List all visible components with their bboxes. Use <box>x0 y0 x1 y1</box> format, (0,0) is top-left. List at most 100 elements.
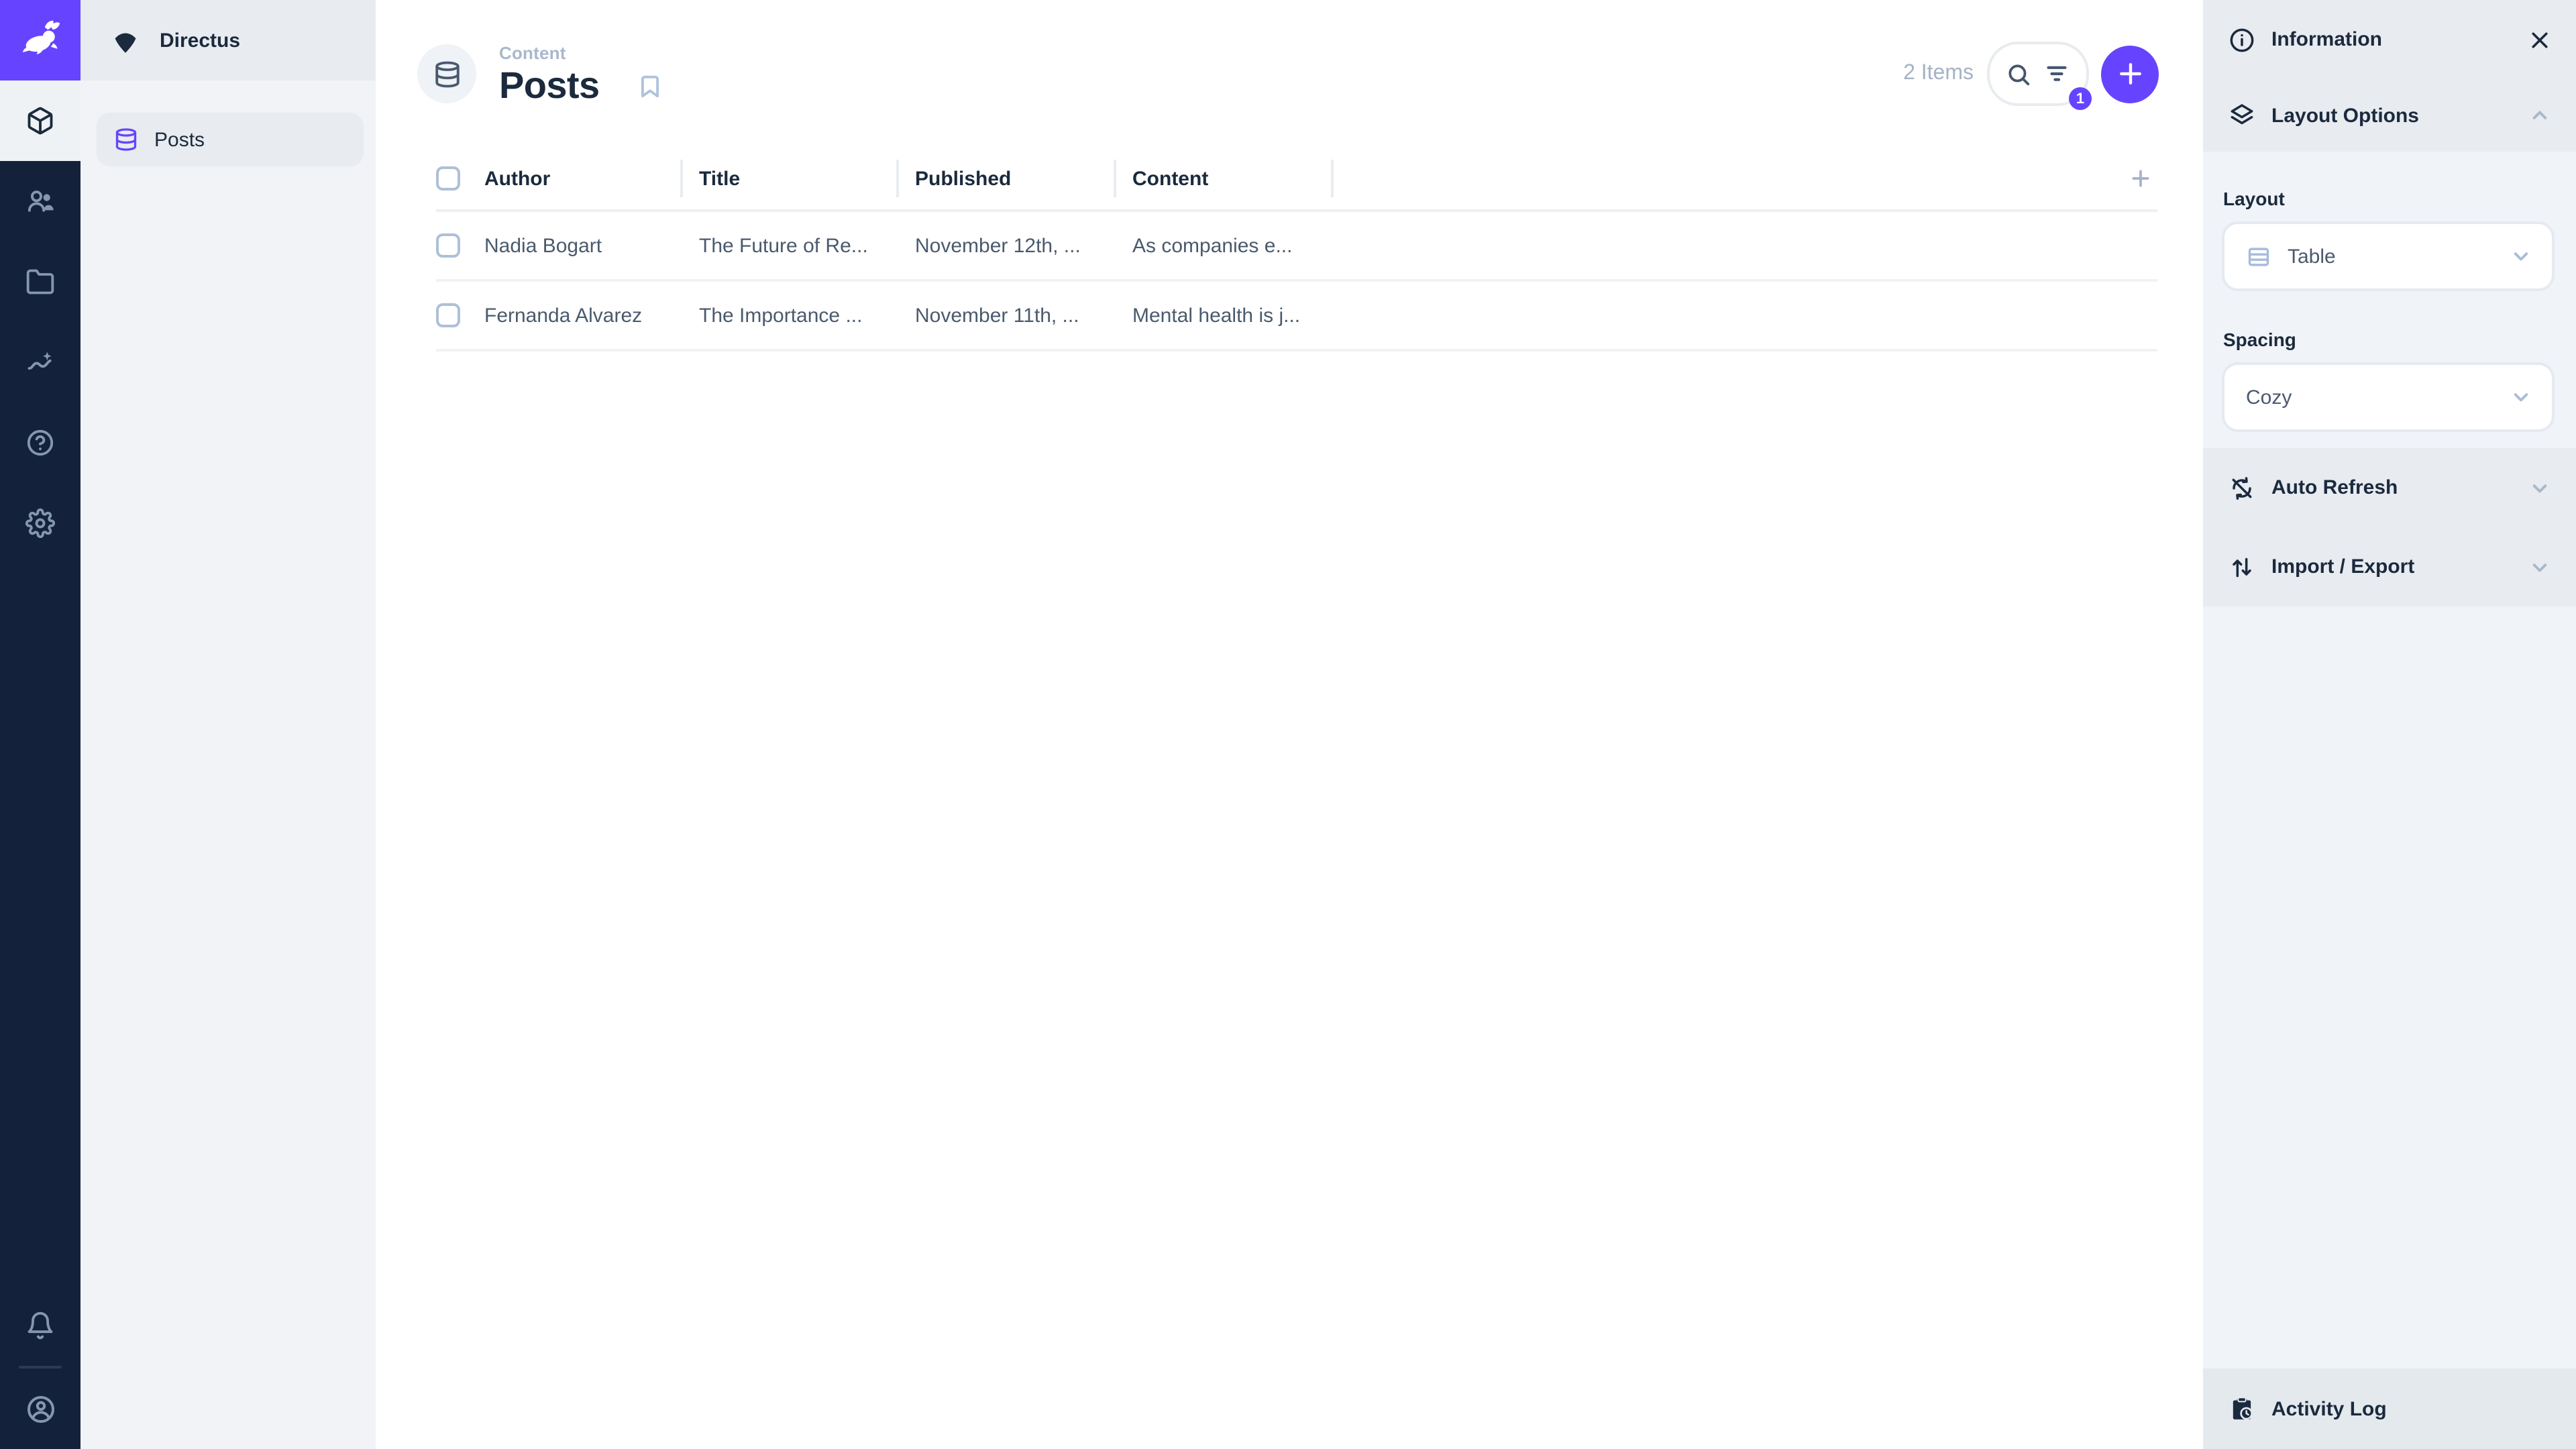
layout-options-header[interactable]: Layout Options <box>2203 79 2576 152</box>
cell-title: The Importance ... <box>699 304 863 327</box>
import-export-header[interactable]: Import / Export <box>2203 527 2576 606</box>
database-icon <box>435 60 459 87</box>
chevron-up-icon <box>2528 103 2552 127</box>
column-header-author[interactable]: Author <box>484 167 680 190</box>
add-field-button[interactable] <box>2129 167 2152 190</box>
activity-log-label: Activity Log <box>2271 1397 2387 1420</box>
sidebar-mid-section: Auto Refresh Import / Export <box>2203 448 2576 606</box>
search-icon[interactable] <box>2006 61 2031 87</box>
table-row[interactable]: Fernanda Alvarez The Importance ... Nove… <box>436 282 2157 352</box>
row-checkbox[interactable] <box>436 233 460 258</box>
column-header-title[interactable]: Title <box>680 148 896 209</box>
cell-author: Fernanda Alvarez <box>484 304 643 327</box>
module-content[interactable] <box>0 80 80 161</box>
cell-published: November 12th, ... <box>915 234 1081 257</box>
auto-refresh-label: Auto Refresh <box>2271 476 2398 499</box>
box-icon <box>28 107 53 135</box>
import-export-label: Import / Export <box>2271 555 2415 578</box>
column-header-spacer <box>1331 148 2157 209</box>
page-title: Posts <box>499 64 600 106</box>
item-count: 2 Items <box>1903 62 1974 85</box>
chevron-down-icon <box>2509 244 2533 268</box>
database-icon <box>115 128 137 151</box>
gear-icon <box>25 508 55 538</box>
bookmark-icon <box>641 74 659 97</box>
spacing-field-label: Spacing <box>2223 329 2296 350</box>
bell-icon <box>28 1311 53 1340</box>
cell-content: As companies e... <box>1132 234 1293 257</box>
folder-icon <box>26 269 54 294</box>
activity-log-icon <box>2229 1395 2255 1422</box>
account-circle-icon <box>26 1395 54 1423</box>
notifications-button[interactable] <box>0 1285 80 1366</box>
nav-sidebar: Directus Posts <box>80 0 376 1449</box>
module-settings[interactable] <box>0 483 80 564</box>
rabbit-logo-icon <box>22 20 60 54</box>
spacing-select[interactable]: Cozy <box>2222 362 2555 432</box>
help-icon <box>27 429 54 456</box>
items-table: Author Title Published Content Nadia Bog… <box>436 148 2157 352</box>
users-icon <box>28 191 54 212</box>
column-header-content[interactable]: Content <box>1114 148 1331 209</box>
layout-options-label: Layout Options <box>2271 104 2419 127</box>
directus-app: Directus Posts Content Posts 2 Items 1 A… <box>0 0 2576 1449</box>
spacing-select-value: Cozy <box>2246 386 2292 409</box>
insights-icon <box>28 352 52 370</box>
swap-vertical-icon <box>2229 553 2255 580</box>
row-checkbox[interactable] <box>436 303 460 327</box>
table-layout-icon <box>2246 244 2271 269</box>
sidebar-item-posts[interactable]: Posts <box>97 113 364 166</box>
table-header-row: Author Title Published Content <box>436 148 2157 212</box>
plus-icon <box>2132 170 2149 187</box>
module-file-library[interactable] <box>0 241 80 322</box>
main-content: Content Posts 2 Items 1 Author Title Pub… <box>376 0 2203 1449</box>
select-all-checkbox[interactable] <box>436 166 460 191</box>
directus-logo[interactable] <box>0 0 80 80</box>
project-logo-icon <box>115 32 136 52</box>
layers-icon <box>2229 102 2255 129</box>
sync-disabled-icon <box>2229 474 2255 501</box>
project-name: Directus <box>160 29 241 52</box>
page-header: Content Posts 2 Items 1 <box>376 0 2203 148</box>
information-label: Information <box>2271 28 2382 51</box>
layout-field-label: Layout <box>2223 188 2285 209</box>
table-row[interactable]: Nadia Bogart The Future of Re... Novembe… <box>436 212 2157 282</box>
sidebar-item-label: Posts <box>154 128 205 151</box>
close-sidebar-button[interactable] <box>2528 28 2552 52</box>
filter-count-badge: 1 <box>2069 87 2092 110</box>
cell-author: Nadia Bogart <box>484 234 602 257</box>
title-block: Content Posts <box>499 43 663 105</box>
cell-content: Mental health is j... <box>1132 304 1301 327</box>
info-icon <box>2229 26 2255 53</box>
header-actions: 2 Items 1 <box>1903 42 2159 110</box>
chevron-down-icon <box>2528 476 2552 500</box>
add-item-button[interactable] <box>2101 45 2159 103</box>
filter-icon[interactable] <box>2043 60 2070 87</box>
activity-log-button[interactable]: Activity Log <box>2203 1368 2576 1449</box>
chevron-down-icon <box>2528 555 2552 579</box>
auto-refresh-header[interactable]: Auto Refresh <box>2203 448 2576 527</box>
breadcrumb[interactable]: Content <box>499 43 663 63</box>
cell-published: November 11th, ... <box>915 304 1079 327</box>
module-bar <box>0 0 80 1449</box>
column-header-published[interactable]: Published <box>896 148 1114 209</box>
module-user-directory[interactable] <box>0 161 80 241</box>
module-docs[interactable] <box>0 402 80 483</box>
sidebar-top-section: Information Layout Options <box>2203 0 2576 152</box>
close-icon <box>2532 32 2548 48</box>
module-insights[interactable] <box>0 322 80 402</box>
layout-options-panel: Layout Table Spacing Cozy <box>2203 152 2576 448</box>
info-sidebar: Information Layout Options Layout Table … <box>2203 0 2576 1449</box>
information-header: Information <box>2203 0 2576 79</box>
chevron-down-icon <box>2509 385 2533 409</box>
cell-title: The Future of Re... <box>699 234 868 257</box>
layout-select[interactable]: Table <box>2222 221 2555 291</box>
search-filter-pill[interactable]: 1 <box>1987 42 2092 110</box>
collection-icon-circle <box>417 44 476 103</box>
layout-select-value: Table <box>2288 245 2336 268</box>
user-menu-button[interactable] <box>0 1368 80 1449</box>
plus-icon <box>2119 63 2141 85</box>
bookmark-button[interactable] <box>637 73 663 99</box>
project-header[interactable]: Directus <box>80 0 376 80</box>
